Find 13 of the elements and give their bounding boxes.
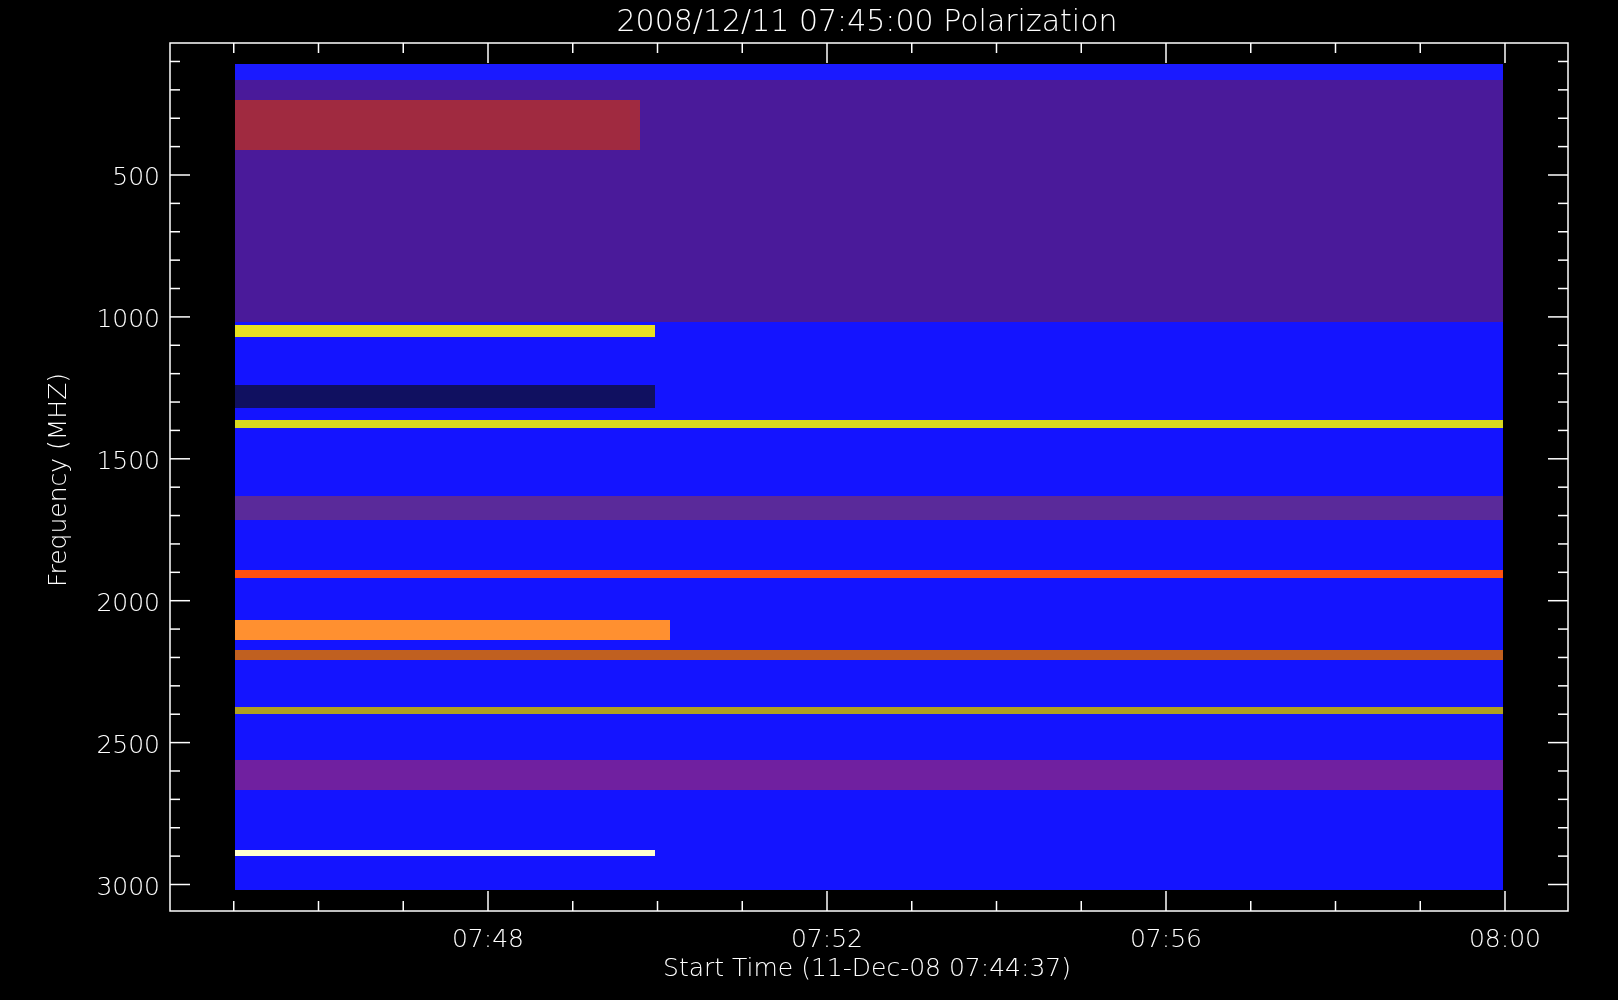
y-tick-label: 500 [112, 162, 160, 191]
x-tick-label: 08:00 [1469, 924, 1541, 953]
y-axis-label: Frequency (MHZ) [43, 372, 72, 588]
x-axis-label: Start Time (11-Dec-08 07:44:37) [663, 953, 1071, 982]
y-tick-label: 1000 [96, 303, 160, 333]
y-tick-label: 1500 [96, 445, 160, 475]
plot-title: 2008/12/11 07:45:00 Polarization [616, 3, 1118, 38]
y-tick-label: 2000 [96, 587, 160, 617]
y-tick-label: 2500 [96, 729, 160, 759]
y-tick-label: 3000 [96, 871, 160, 901]
x-tick-label: 07:56 [1130, 924, 1202, 953]
x-tick-label: 07:48 [452, 924, 524, 953]
x-tick-label: 07:52 [791, 924, 863, 953]
